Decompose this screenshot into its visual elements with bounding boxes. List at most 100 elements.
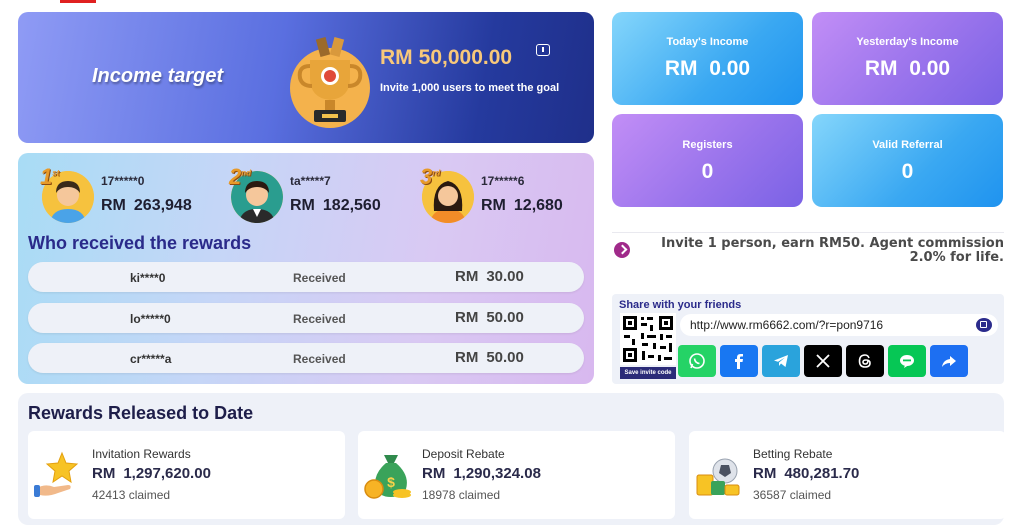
threads-icon [858, 354, 871, 368]
leaderboard-rank-2: 2nd ta*****7 RM 182,560 [229, 164, 411, 227]
rel-claimed: 42413 claimed [92, 488, 171, 502]
rel-amount: RM 1,290,324.08 [422, 465, 541, 482]
rel-value: 1,297,620.00 [123, 465, 211, 482]
rel-claimed: 36587 claimed [753, 488, 832, 502]
facebook-icon [735, 354, 743, 369]
share-button[interactable] [930, 345, 968, 377]
money-bag-icon: $ [364, 449, 412, 501]
leaderboard-currency: RM [481, 197, 506, 214]
rel-currency: RM [422, 465, 446, 482]
reward-row: ki****0 Received RM 30.00 [28, 262, 584, 292]
leaderboard-value: 182,560 [322, 197, 381, 214]
telegram-icon [774, 355, 788, 367]
today-income-amount: 0.00 [709, 57, 751, 80]
leaderboard-rank-1: 1st 17*****0 RM 263,948 [40, 164, 222, 227]
rel-amount: RM 480,281.70 [753, 465, 859, 482]
leaderboard-amount: RM 182,560 [290, 197, 381, 215]
valid-referral-value: 0 [901, 160, 914, 183]
reward-value: 30.00 [486, 268, 524, 285]
reward-currency: RM [455, 268, 479, 285]
rank-medal-icon: 3rd [420, 164, 440, 190]
yesterday-income-label: Yesterday's Income [856, 36, 959, 48]
rank-number: 3 [420, 164, 433, 189]
yesterday-income-currency: RM [864, 57, 898, 80]
whatsapp-icon [689, 353, 705, 369]
copy-icon[interactable] [976, 318, 992, 332]
income-target-banner: Income target RM 50,000.00 Invite 1,000 u… [18, 12, 594, 143]
yesterday-income-value: RM 0.00 [812, 57, 1003, 81]
reward-user: lo*****0 [130, 312, 171, 326]
invite-info: Invite 1 person, earn RM50. Agent commis… [612, 236, 1004, 270]
rel-amount: RM 1,297,620.00 [92, 465, 211, 482]
income-target-currency: RM [380, 46, 413, 69]
reward-amount: RM 50.00 [455, 309, 524, 326]
share-buttons [678, 345, 970, 377]
line-button[interactable] [888, 345, 926, 377]
line-icon [900, 355, 914, 368]
reward-amount: RM 30.00 [455, 268, 524, 285]
reward-user: cr*****a [130, 352, 172, 366]
leaderboard-user: 17*****0 [101, 174, 145, 188]
trophy-icon [288, 34, 372, 132]
x-button[interactable] [804, 345, 842, 377]
reward-user: ki****0 [130, 271, 166, 285]
income-target-amount: RM 50,000.00 [380, 46, 512, 70]
rel-claimed: 18978 claimed [422, 488, 501, 502]
rank-number: 1 [40, 164, 53, 189]
rank-suffix: st [52, 168, 60, 178]
leaderboard-user: 17*****6 [481, 174, 525, 188]
x-icon [816, 354, 830, 368]
rewards-released-panel: Rewards Released to Date Invitation Rewa… [18, 393, 1006, 525]
reward-currency: RM [455, 349, 479, 366]
qr-code [620, 313, 676, 365]
rel-label: Invitation Rewards [92, 447, 191, 461]
facebook-button[interactable] [720, 345, 758, 377]
svg-text:$: $ [387, 474, 395, 490]
reward-status: Received [293, 312, 346, 326]
reward-status: Received [293, 271, 346, 285]
leaderboard-amount: RM 263,948 [101, 197, 192, 215]
valid-referral-label: Valid Referral [872, 139, 943, 151]
threads-button[interactable] [846, 345, 884, 377]
invitation-rewards-card: Invitation Rewards RM 1,297,620.00 42413 … [28, 431, 345, 519]
rel-currency: RM [92, 465, 116, 482]
rel-currency: RM [753, 465, 777, 482]
whatsapp-button[interactable] [678, 345, 716, 377]
reward-currency: RM [455, 309, 479, 326]
leaderboard-amount: RM 12,680 [481, 197, 563, 215]
rank-medal-icon: 2nd [229, 164, 251, 190]
rewards-received-heading: Who received the rewards [28, 233, 252, 253]
top-accent-bar [60, 0, 96, 3]
share-panel: Share with your friends Save invite code [612, 294, 1004, 384]
registers-card: Registers 0 [612, 114, 803, 207]
yesterday-income-amount: 0.00 [909, 57, 951, 80]
rel-value: 480,281.70 [784, 465, 860, 482]
deposit-rebate-card: $ Deposit Rebate RM 1,290,324.08 18978 cl… [358, 431, 675, 519]
rel-label: Deposit Rebate [422, 447, 505, 461]
income-target-subtitle: Invite 1,000 users to meet the goal [380, 82, 560, 94]
leaderboard-value: 12,680 [513, 197, 563, 214]
rank-suffix: rd [432, 168, 441, 178]
telegram-button[interactable] [762, 345, 800, 377]
reward-row: cr*****a Received RM 50.00 [28, 343, 584, 373]
chat-icon[interactable] [536, 44, 550, 56]
leaderboard-currency: RM [101, 197, 126, 214]
leaderboard-rank-3: 3rd 17*****6 RM 12,680 [420, 164, 602, 227]
reward-amount: RM 50.00 [455, 349, 524, 366]
registers-value: 0 [701, 160, 714, 183]
yesterday-income-card: Yesterday's Income RM 0.00 [812, 12, 1003, 105]
share-title: Share with your friends [619, 299, 742, 311]
today-income-label: Today's Income [666, 36, 749, 48]
valid-referral-card: Valid Referral 0 [812, 114, 1003, 207]
share-arrow-icon [942, 356, 956, 367]
betting-rebate-card: Betting Rebate RM 480,281.70 36587 claime… [689, 431, 1006, 519]
income-target-title: Income target [92, 65, 224, 87]
invite-link-field[interactable] [680, 314, 998, 336]
registers-label: Registers [682, 139, 733, 151]
rank-suffix: nd [241, 168, 252, 178]
today-income-currency: RM [664, 57, 698, 80]
save-invite-code-button[interactable]: Save invite code [620, 367, 676, 379]
chevron-right-icon[interactable] [614, 242, 630, 258]
reward-row: lo*****0 Received RM 50.00 [28, 303, 584, 333]
leaderboard-panel: 1st 17*****0 RM 263,948 2nd ta*****7 RM 18… [18, 153, 594, 384]
